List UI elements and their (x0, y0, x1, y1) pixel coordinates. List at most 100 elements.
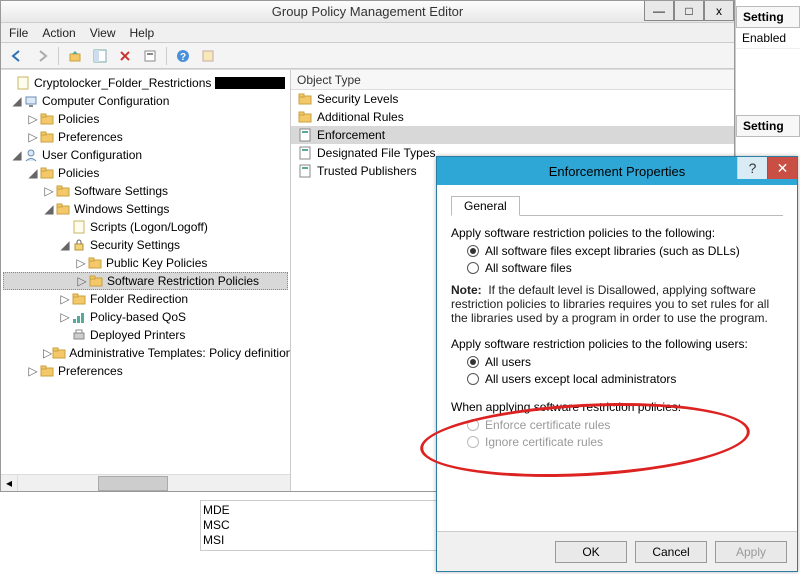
user-icon (23, 147, 39, 163)
tree-uc-preferences[interactable]: ▷Preferences (3, 362, 288, 380)
window-title: Group Policy Management Editor (1, 4, 734, 19)
menu-action[interactable]: Action (42, 26, 75, 40)
close-button[interactable]: x (704, 1, 734, 21)
tree-folder-redirection[interactable]: ▷Folder Redirection (3, 290, 288, 308)
properties-button[interactable] (139, 45, 161, 67)
tree-user-configuration[interactable]: ◢User Configuration (3, 146, 288, 164)
properties-icon (297, 145, 313, 161)
list-item-enforcement[interactable]: Enforcement (291, 126, 734, 144)
note-prefix: Note: (451, 283, 482, 297)
menu-file[interactable]: File (9, 26, 28, 40)
dialog-body: General Apply software restriction polic… (437, 185, 797, 531)
list-label: Designated File Types (317, 146, 436, 160)
separator (58, 47, 59, 65)
radio-icon (467, 245, 479, 257)
list-item-additional-rules[interactable]: Additional Rules (291, 108, 734, 126)
tree-label: Preferences (58, 362, 123, 380)
right-panel-header-2[interactable]: Setting (736, 115, 800, 137)
window-controls: — □ x (644, 1, 734, 21)
scroll-thumb[interactable] (98, 476, 168, 491)
tree-cc-preferences[interactable]: ▷Preferences (3, 128, 288, 146)
horizontal-scrollbar[interactable]: ◂ (1, 474, 290, 491)
list-label: Enforcement (317, 128, 385, 142)
forward-button[interactable] (31, 45, 53, 67)
note-body: If the default level is Disallowed, appl… (451, 283, 769, 325)
maximize-button[interactable]: □ (674, 1, 704, 21)
radio-all-except-libs[interactable]: All software files except libraries (suc… (467, 244, 783, 258)
menu-view[interactable]: View (90, 26, 116, 40)
radio-label: Ignore certificate rules (485, 435, 603, 449)
tree-pane: Cryptolocker_Folder_Restrictions ◢Comput… (1, 70, 291, 491)
dialog-help-button[interactable]: ? (737, 157, 767, 179)
radio-icon (467, 419, 479, 431)
radio-all-software-files[interactable]: All software files (467, 261, 783, 275)
tab-general[interactable]: General (451, 196, 520, 216)
apply-button[interactable]: Apply (715, 541, 787, 563)
policy-tree[interactable]: Cryptolocker_Folder_Restrictions ◢Comput… (1, 70, 290, 473)
enforcement-properties-dialog: Enforcement Properties ? ✕ General Apply… (436, 156, 798, 572)
tree-label: Scripts (Logon/Logoff) (90, 218, 208, 236)
up-button[interactable] (64, 45, 86, 67)
tree-public-key-policies[interactable]: ▷Public Key Policies (3, 254, 288, 272)
tree-admin-templates[interactable]: ▷Administrative Templates: Policy defini… (3, 344, 288, 362)
tree-label: Computer Configuration (42, 92, 169, 110)
help-button[interactable]: ? (172, 45, 194, 67)
note-text: Note: If the default level is Disallowed… (451, 283, 783, 325)
radio-label: All users (485, 355, 531, 369)
tree-cc-policies[interactable]: ▷Policies (3, 110, 288, 128)
ok-button[interactable]: OK (555, 541, 627, 563)
radio-all-users[interactable]: All users (467, 355, 783, 369)
menu-bar: File Action View Help (1, 23, 734, 43)
filter-button[interactable] (197, 45, 219, 67)
dialog-close-button[interactable]: ✕ (767, 157, 797, 179)
folder-icon (39, 129, 55, 145)
radio-icon (467, 262, 479, 274)
list-item-security-levels[interactable]: Security Levels (291, 90, 734, 108)
tree-label: Software Restriction Policies (107, 272, 259, 290)
tree-label: Public Key Policies (106, 254, 207, 272)
titlebar[interactable]: Group Policy Management Editor — □ x (1, 1, 734, 23)
folder-icon (297, 91, 313, 107)
tree-policy-qos[interactable]: ▷Policy-based QoS (3, 308, 288, 326)
right-panel-header[interactable]: Setting (736, 6, 800, 28)
folder-icon (71, 291, 87, 307)
scroll-left-button[interactable]: ◂ (1, 475, 18, 492)
delete-button[interactable] (114, 45, 136, 67)
tree-label: Folder Redirection (90, 290, 188, 308)
tree-label: Cryptolocker_Folder_Restrictions (34, 74, 211, 92)
cancel-button[interactable]: Cancel (635, 541, 707, 563)
tree-label: Policy-based QoS (90, 308, 186, 326)
folder-icon (39, 165, 55, 181)
svg-text:?: ? (180, 52, 186, 63)
scripts-icon (71, 219, 87, 235)
folder-icon (297, 109, 313, 125)
computer-icon (23, 93, 39, 109)
tree-label: Policies (58, 110, 99, 128)
tree-software-restriction-policies[interactable]: ▷Software Restriction Policies (3, 272, 288, 290)
radio-icon (467, 436, 479, 448)
tree-scripts[interactable]: Scripts (Logon/Logoff) (3, 218, 288, 236)
tree-computer-configuration[interactable]: ◢Computer Configuration (3, 92, 288, 110)
tree-root[interactable]: Cryptolocker_Folder_Restrictions (3, 74, 288, 92)
scroll-icon (15, 75, 31, 91)
tree-uc-policies[interactable]: ◢Policies (3, 164, 288, 182)
minimize-button[interactable]: — (644, 1, 674, 21)
back-button[interactable] (6, 45, 28, 67)
tree-security-settings[interactable]: ◢Security Settings (3, 236, 288, 254)
tree-deployed-printers[interactable]: Deployed Printers (3, 326, 288, 344)
tree-windows-settings[interactable]: ◢Windows Settings (3, 200, 288, 218)
folder-icon (55, 201, 71, 217)
radio-except-admins[interactable]: All users except local administrators (467, 372, 783, 386)
dialog-titlebar[interactable]: Enforcement Properties ? ✕ (437, 157, 797, 185)
list-header-object-type[interactable]: Object Type (291, 70, 734, 90)
tab-strip: General (451, 195, 783, 216)
radio-label: All software files except libraries (suc… (485, 244, 740, 258)
show-hide-tree-button[interactable] (89, 45, 111, 67)
tree-software-settings[interactable]: ▷Software Settings (3, 182, 288, 200)
folder-icon (55, 183, 71, 199)
menu-help[interactable]: Help (130, 26, 155, 40)
radio-enforce-cert: Enforce certificate rules (467, 418, 783, 432)
radio-icon (467, 356, 479, 368)
right-panel-row: Enabled (736, 28, 800, 49)
label-apply-users: Apply software restriction policies to t… (451, 337, 783, 351)
